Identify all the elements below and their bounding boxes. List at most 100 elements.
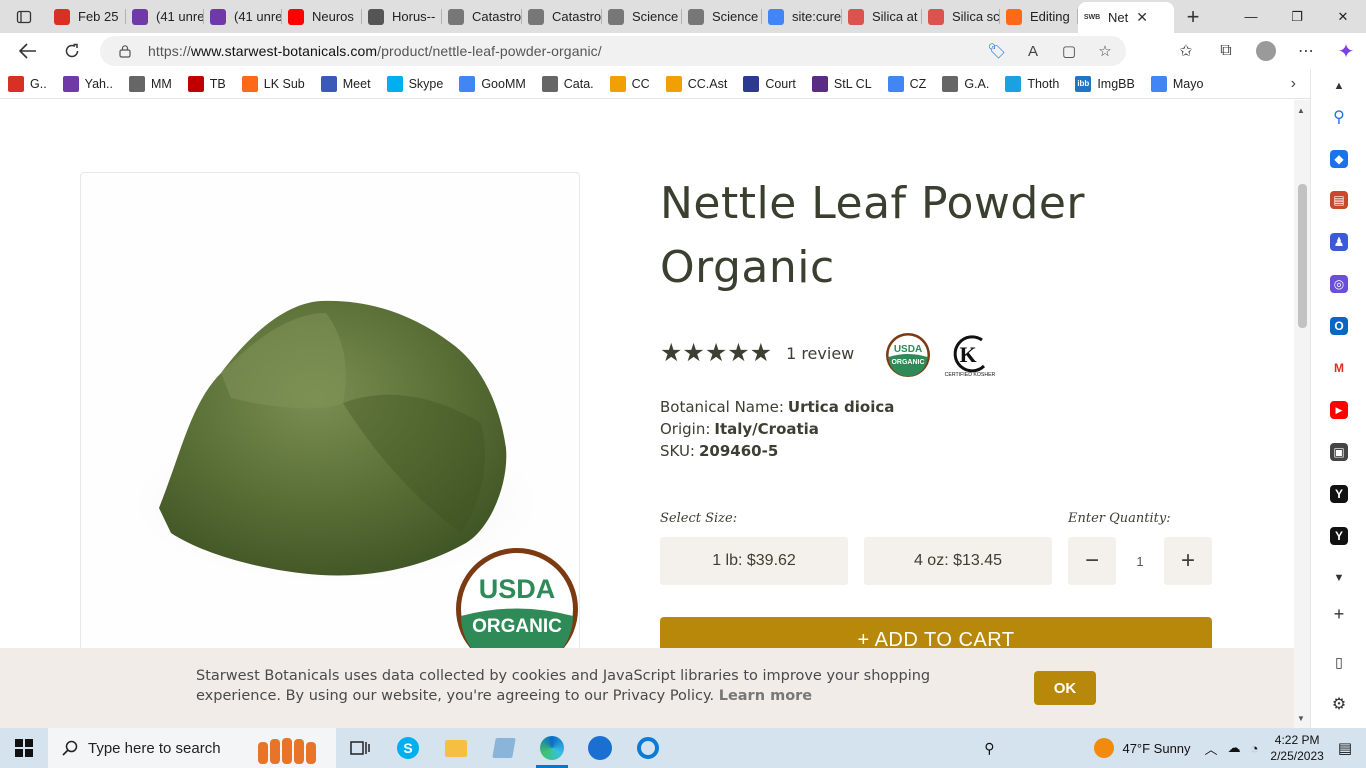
bookmark-item[interactable]: Thoth bbox=[1005, 75, 1059, 92]
size-option-4oz[interactable]: 4 oz: $13.45 bbox=[864, 537, 1052, 585]
cookie-ok-button[interactable]: OK bbox=[1034, 671, 1096, 705]
shopping-tag-icon[interactable]: ◆ bbox=[1330, 150, 1348, 168]
bookmark-item[interactable]: Meet bbox=[320, 75, 371, 92]
notepad-icon[interactable] bbox=[480, 728, 528, 768]
bookmark-item[interactable]: LK Sub bbox=[241, 75, 305, 92]
people-icon[interactable]: ⚲ bbox=[984, 740, 994, 757]
browser-tab[interactable]: Silica at bbox=[842, 0, 922, 33]
bookmark-item[interactable]: Court bbox=[743, 75, 796, 92]
learn-more-link[interactable]: Learn more bbox=[719, 688, 812, 704]
browser-tab[interactable]: Science bbox=[602, 0, 682, 33]
search-icon[interactable]: ⚲ bbox=[1330, 108, 1348, 126]
restore-icon[interactable]: ❐ bbox=[1274, 0, 1320, 33]
onedrive-icon[interactable]: ☁ bbox=[1228, 740, 1241, 756]
file-explorer-icon[interactable] bbox=[432, 728, 480, 768]
bookmark-item[interactable]: Yah.. bbox=[62, 75, 113, 92]
coupon-tag-icon[interactable]: 🏷 bbox=[986, 40, 1008, 62]
url-text[interactable]: https://www.starwest-botanicals.com/prod… bbox=[148, 43, 602, 59]
weather-text[interactable]: 47°F Sunny bbox=[1122, 741, 1190, 756]
browser-tab[interactable]: Feb 25 bbox=[48, 0, 126, 33]
chevron-right-icon[interactable]: › bbox=[1291, 75, 1296, 93]
app-shortcut-icon-2[interactable]: Y bbox=[1330, 527, 1348, 545]
browser-tab[interactable]: Neuros bbox=[282, 0, 362, 33]
bookmark-item[interactable]: GooMM bbox=[459, 75, 526, 92]
bookmark-item[interactable]: G.. bbox=[8, 75, 47, 92]
network-icon[interactable]: ◔ bbox=[1251, 741, 1259, 756]
favorites-icon[interactable]: ✩ bbox=[1166, 33, 1206, 69]
skype-taskbar-icon[interactable]: S bbox=[384, 728, 432, 768]
read-aloud-icon[interactable]: A bbox=[1022, 40, 1044, 62]
bookmark-item[interactable]: CZ bbox=[887, 75, 926, 92]
quantity-input[interactable]: 1 bbox=[1116, 537, 1164, 585]
tools-icon[interactable]: ▤ bbox=[1330, 191, 1348, 209]
refresh-icon[interactable] bbox=[54, 33, 90, 69]
collections-icon[interactable]: ⧉ bbox=[1206, 33, 1246, 69]
minimize-icon[interactable]: — bbox=[1228, 0, 1274, 33]
tab-actions-icon[interactable] bbox=[0, 0, 48, 33]
bookmark-item[interactable]: G.A. bbox=[942, 75, 989, 92]
add-favorite-icon[interactable]: ☆ bbox=[1094, 40, 1116, 62]
browser-tab[interactable]: Catastro bbox=[522, 0, 602, 33]
windows-start-icon[interactable] bbox=[0, 728, 48, 768]
scroll-down-icon[interactable]: ▼ bbox=[1297, 714, 1305, 723]
browser-tab[interactable]: Silica sc bbox=[922, 0, 1000, 33]
gmail-icon[interactable]: M bbox=[1330, 359, 1348, 377]
weather-sun-icon[interactable] bbox=[1094, 738, 1115, 758]
scroll-up-icon[interactable]: ▲ bbox=[1297, 106, 1305, 115]
sidebar-collapse-icon[interactable]: ▲ bbox=[1330, 77, 1348, 95]
taskbar-clock[interactable]: 4:22 PM 2/25/2023 bbox=[1270, 732, 1323, 764]
page-scrollbar[interactable]: ▲ ▼ bbox=[1294, 100, 1310, 728]
browser-tab[interactable]: Science bbox=[682, 0, 762, 33]
bookmark-item[interactable]: Mayo bbox=[1150, 75, 1203, 92]
outlook-icon[interactable]: O bbox=[1330, 317, 1348, 335]
photo-app-icon[interactable]: ▣ bbox=[1330, 443, 1348, 461]
notifications-icon[interactable]: ▤ bbox=[1338, 739, 1352, 757]
bookmark-item[interactable]: Skype bbox=[386, 75, 443, 92]
reader-view-icon[interactable]: ▢ bbox=[1058, 40, 1080, 62]
product-image[interactable]: USDA ORGANIC bbox=[80, 172, 580, 728]
app-taskbar-icon-2[interactable] bbox=[624, 728, 672, 768]
google-icon bbox=[887, 75, 904, 92]
bookmark-item[interactable]: CC.Ast bbox=[665, 75, 727, 92]
sidebar-expand-icon[interactable]: ▼ bbox=[1330, 569, 1348, 587]
bookmark-item[interactable]: StL CL bbox=[811, 75, 872, 92]
browser-tab[interactable]: Editing bbox=[1000, 0, 1078, 33]
add-sidebar-app-icon[interactable]: + bbox=[1330, 604, 1348, 624]
app-taskbar-icon[interactable] bbox=[576, 728, 624, 768]
bookmark-item[interactable]: ibb ImgBB bbox=[1075, 75, 1135, 92]
microsoft365-icon[interactable]: ◎ bbox=[1330, 275, 1348, 293]
app-shortcut-icon[interactable]: Y bbox=[1330, 485, 1348, 503]
browser-tab[interactable]: Horus-- bbox=[362, 0, 442, 33]
youtube-icon[interactable]: ▶ bbox=[1330, 401, 1348, 419]
browser-tab[interactable]: Catastro bbox=[442, 0, 522, 33]
bookmark-item[interactable]: CC bbox=[609, 75, 650, 92]
quantity-increase-button[interactable]: + bbox=[1164, 537, 1212, 585]
profile-avatar[interactable] bbox=[1246, 33, 1286, 69]
copilot-icon[interactable]: ✦ bbox=[1326, 33, 1366, 69]
size-option-1lb[interactable]: 1 lb: $39.62 bbox=[660, 537, 848, 585]
close-window-icon[interactable]: ✕ bbox=[1320, 0, 1366, 33]
browser-tab[interactable]: (41 unre bbox=[126, 0, 204, 33]
bookmark-item[interactable]: MM bbox=[128, 75, 172, 92]
browser-tab[interactable]: (41 unre bbox=[204, 0, 282, 33]
games-icon[interactable]: ♟ bbox=[1330, 233, 1348, 251]
browser-tab[interactable]: SWB Net ✕ bbox=[1078, 2, 1174, 33]
back-arrow-icon[interactable] bbox=[10, 33, 46, 69]
close-tab-icon[interactable]: ✕ bbox=[1136, 9, 1148, 26]
lock-icon[interactable] bbox=[118, 44, 132, 58]
new-tab-button[interactable]: + bbox=[1174, 0, 1212, 33]
quantity-decrease-button[interactable]: − bbox=[1068, 537, 1116, 585]
tray-overflow-icon[interactable]: ︿ bbox=[1205, 739, 1218, 758]
taskbar-search-box[interactable]: Type here to search bbox=[48, 728, 336, 768]
settings-gear-icon[interactable]: ⚙ bbox=[1330, 695, 1348, 713]
browser-tab[interactable]: site:cure bbox=[762, 0, 842, 33]
bookmark-item[interactable]: Cata. bbox=[541, 75, 594, 92]
address-bar[interactable]: https://www.starwest-botanicals.com/prod… bbox=[100, 36, 1126, 66]
task-view-icon[interactable] bbox=[336, 728, 384, 768]
split-screen-icon[interactable]: ▯ bbox=[1330, 653, 1348, 671]
bookmark-item[interactable]: TB bbox=[187, 75, 226, 92]
edge-taskbar-icon[interactable] bbox=[528, 728, 576, 768]
reviews-link[interactable]: 1 review bbox=[786, 344, 854, 363]
more-menu-icon[interactable]: ⋯ bbox=[1286, 33, 1326, 69]
scrollbar-thumb[interactable] bbox=[1298, 184, 1307, 328]
